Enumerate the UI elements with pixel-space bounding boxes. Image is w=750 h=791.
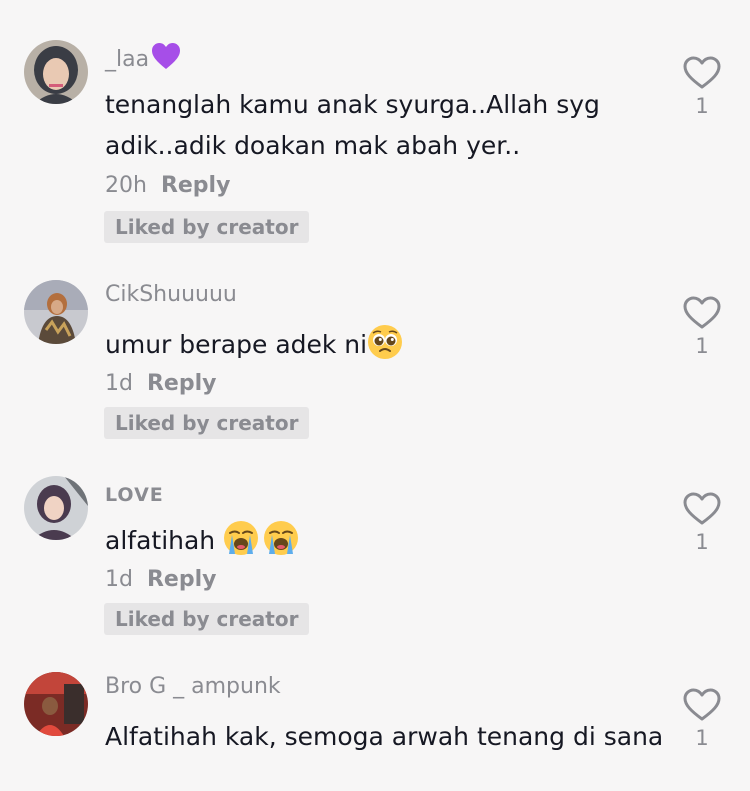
like-button[interactable]: 1 (678, 296, 726, 358)
comment-item: Bro G _ ampunk Alfatihah kak, semoga arw… (0, 672, 750, 791)
username-text: _laa (105, 47, 150, 72)
like-count: 1 (695, 334, 709, 358)
like-button[interactable]: 1 (678, 492, 726, 554)
heart-outline-icon (683, 56, 721, 89)
reply-button[interactable]: Reply (147, 567, 217, 592)
purple-heart-icon (151, 42, 181, 77)
heart-outline-icon (683, 492, 721, 525)
comment-text-content: umur berape adek ni (105, 330, 368, 359)
pleading-face-icon (367, 324, 403, 372)
comment-meta: 20h Reply (105, 173, 230, 199)
avatar[interactable] (24, 40, 88, 104)
liked-by-creator-badge: Liked by creator (104, 211, 310, 243)
loudly-crying-face-icon (223, 520, 299, 568)
comment-text-content: alfatihah (105, 526, 224, 555)
like-count: 1 (695, 530, 709, 554)
avatar[interactable] (24, 476, 88, 540)
username[interactable]: _laa (105, 42, 181, 77)
heart-outline-icon (683, 296, 721, 329)
like-count: 1 (695, 726, 709, 750)
username[interactable]: Bro G _ ampunk (105, 674, 281, 700)
reply-button[interactable]: Reply (161, 173, 231, 198)
comment-text: umur berape adek ni (105, 324, 665, 372)
comment-text: tenanglah kamu anak syurga..Allah syg ad… (105, 90, 600, 160)
comment-list: _laa tenanglah kamu anak syurga..Allah s… (0, 0, 750, 791)
comment-item: CikShuuuuu umur berape adek ni 1d Reply L… (0, 280, 750, 450)
timestamp: 1d (105, 567, 133, 592)
timestamp: 1d (105, 371, 133, 396)
reply-button[interactable]: Reply (147, 371, 217, 396)
comment-text: alfatihah (105, 520, 665, 568)
liked-by-creator-badge: Liked by creator (104, 407, 310, 439)
comment-item: _laa tenanglah kamu anak syurga..Allah s… (0, 40, 750, 250)
comment-meta: 1d Reply (105, 371, 216, 397)
timestamp: 20h (105, 173, 147, 198)
like-button[interactable]: 1 (678, 688, 726, 750)
comment-meta: 1d Reply (105, 567, 216, 593)
like-count: 1 (695, 94, 709, 118)
like-button[interactable]: 1 (678, 56, 726, 118)
comment-item: LOVE alfatihah 1d Reply Liked by creator … (0, 476, 750, 646)
avatar[interactable] (24, 280, 88, 344)
username[interactable]: CikShuuuuu (105, 282, 237, 308)
heart-outline-icon (683, 688, 721, 721)
username[interactable]: LOVE (105, 482, 164, 508)
comment-text: Alfatihah kak, semoga arwah tenang di sa… (105, 722, 664, 751)
liked-by-creator-badge: Liked by creator (104, 603, 310, 635)
avatar[interactable] (24, 672, 88, 736)
